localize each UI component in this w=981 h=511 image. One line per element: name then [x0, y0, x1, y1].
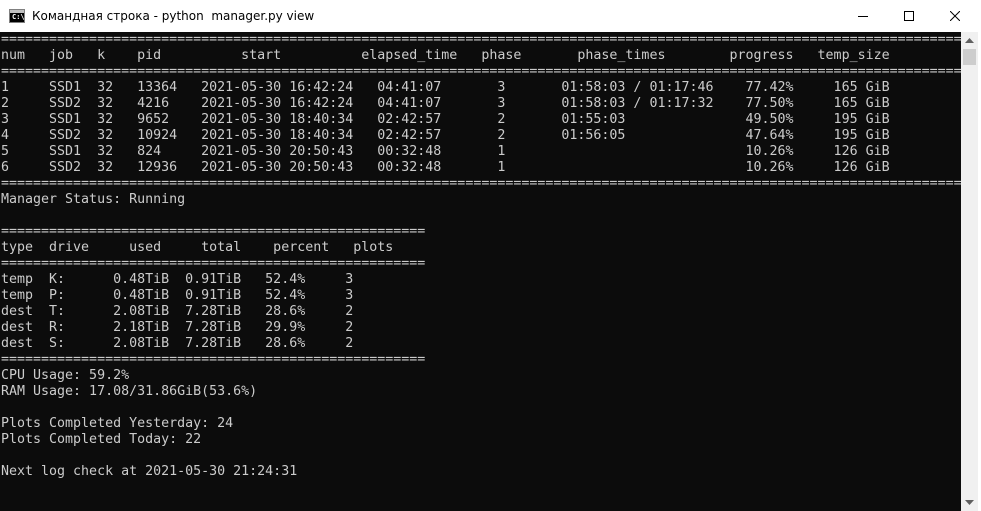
console-output[interactable]: ========================================…: [0, 32, 961, 511]
console-line: dest T: 2.08TiB 7.28TiB 28.6% 2: [1, 304, 354, 319]
caption-buttons: [840, 0, 978, 32]
minimize-icon: [858, 16, 868, 17]
console-line: Manager Status: Running: [1, 192, 186, 207]
maximize-button[interactable]: [886, 0, 932, 32]
close-button[interactable]: [932, 0, 978, 32]
scroll-down-button[interactable]: [961, 494, 978, 511]
console-line: temp K: 0.48TiB 0.91TiB 52.4% 3: [1, 272, 354, 287]
console-line: num job k pid start elapsed_time phase p…: [1, 48, 890, 63]
title-bar[interactable]: C:\ Командная строка - python manager.py…: [0, 0, 978, 32]
console-text: ========================================…: [0, 32, 961, 480]
console-line: RAM Usage: 17.08/31.86GiB(53.6%): [1, 384, 258, 399]
console-line: 3 SSD1 32 9652 2021-05-30 18:40:34 02:42…: [1, 112, 890, 127]
scroll-thumb[interactable]: [963, 49, 976, 65]
console-line: dest R: 2.18TiB 7.28TiB 29.9% 2: [1, 320, 354, 335]
console-line: 1 SSD1 32 13364 2021-05-30 16:42:24 04:4…: [1, 80, 890, 95]
console-line: 2 SSD2 32 4216 2021-05-30 16:42:24 04:41…: [1, 96, 890, 111]
scroll-up-arrow-icon: [965, 37, 974, 43]
console-line: ========================================…: [1, 256, 426, 271]
console-line: ========================================…: [1, 176, 961, 191]
console-line: dest S: 2.08TiB 7.28TiB 28.6% 2: [1, 336, 354, 351]
console-line: Plots Completed Today: 22: [1, 432, 202, 447]
vertical-scrollbar[interactable]: [961, 32, 978, 511]
console-line: ========================================…: [1, 32, 961, 47]
console-line: temp P: 0.48TiB 0.91TiB 52.4% 3: [1, 288, 354, 303]
console-line: Plots Completed Yesterday: 24: [1, 416, 234, 431]
console-line: ========================================…: [1, 224, 426, 239]
scroll-up-button[interactable]: [961, 32, 978, 49]
console-line: 5 SSD1 32 824 2021-05-30 20:50:43 00:32:…: [1, 144, 890, 159]
console-line: Next log check at 2021-05-30 21:24:31: [1, 464, 298, 479]
cmd-icon[interactable]: C:\: [9, 9, 25, 23]
window-title: Командная строка - python manager.py vie…: [32, 9, 315, 23]
console-line: ========================================…: [1, 64, 961, 79]
minimize-button[interactable]: [840, 0, 886, 32]
console-line: type drive used total percent plots: [1, 240, 394, 255]
console-window: C:\ Командная строка - python manager.py…: [0, 0, 978, 511]
maximize-icon: [904, 11, 914, 21]
console-line: ========================================…: [1, 352, 426, 367]
close-icon: [950, 11, 960, 21]
scroll-down-arrow-icon: [965, 499, 974, 505]
console-line: 6 SSD2 32 12936 2021-05-30 20:50:43 00:3…: [1, 160, 890, 175]
console-line: 4 SSD2 32 10924 2021-05-30 18:40:34 02:4…: [1, 128, 890, 143]
console-line: CPU Usage: 59.2%: [1, 368, 130, 383]
